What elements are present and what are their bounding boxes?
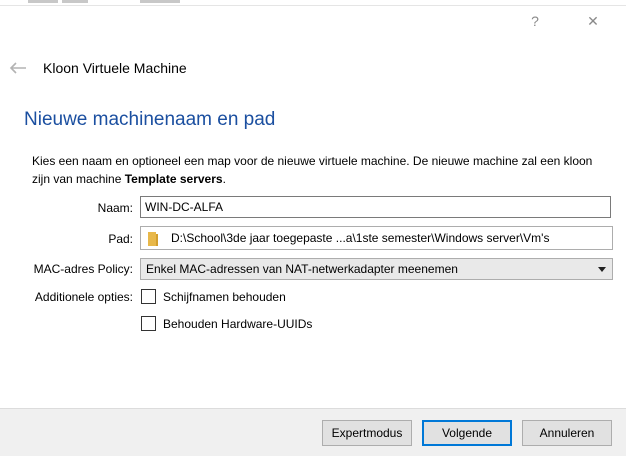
button-bar: Expertmodus Volgende Annuleren <box>0 408 626 456</box>
additional-options-label: Additionele opties: <box>34 290 133 304</box>
keep-hardware-uuids-checkbox[interactable] <box>141 316 156 331</box>
folder-icon <box>148 232 158 246</box>
path-selector[interactable]: D:\School\3de jaar toegepaste ...a\1ste … <box>140 226 613 250</box>
help-icon: ? <box>531 13 539 29</box>
cancel-button[interactable]: Annuleren <box>522 420 612 446</box>
title-bar: ? ✕ <box>0 6 626 36</box>
next-button[interactable]: Volgende <box>422 420 512 446</box>
mac-policy-label: MAC-adres Policy: <box>33 262 133 276</box>
keep-disk-names-label: Schijfnamen behouden <box>163 290 286 304</box>
name-input[interactable] <box>140 196 611 218</box>
mac-policy-select[interactable]: Enkel MAC-adressen van NAT-netwerkadapte… <box>140 258 613 280</box>
close-button[interactable]: ✕ <box>570 6 616 36</box>
name-label: Naam: <box>97 201 133 215</box>
path-label: Pad: <box>108 232 133 246</box>
mac-policy-value: Enkel MAC-adressen van NAT-netwerkadapte… <box>146 262 458 276</box>
chevron-down-icon <box>598 267 606 272</box>
path-value: D:\School\3de jaar toegepaste ...a\1ste … <box>171 231 550 245</box>
source-machine-name: Template servers <box>124 172 223 186</box>
description-text: Kies een naam en optioneel een map voor … <box>32 154 593 186</box>
help-button[interactable]: ? <box>512 6 558 36</box>
keep-disk-names-checkbox[interactable] <box>141 289 156 304</box>
expert-mode-button[interactable]: Expertmodus <box>322 420 412 446</box>
keep-hardware-uuids-label: Behouden Hardware-UUIDs <box>163 317 313 331</box>
page-description: Kies een naam en optioneel een map voor … <box>32 152 612 188</box>
page-title: Nieuwe machinenaam en pad <box>24 109 276 130</box>
description-end: . <box>222 172 226 186</box>
wizard-header: Kloon Virtuele Machine <box>0 52 626 84</box>
back-arrow-icon[interactable] <box>8 60 28 76</box>
wizard-title: Kloon Virtuele Machine <box>43 60 187 76</box>
close-icon: ✕ <box>587 12 599 29</box>
